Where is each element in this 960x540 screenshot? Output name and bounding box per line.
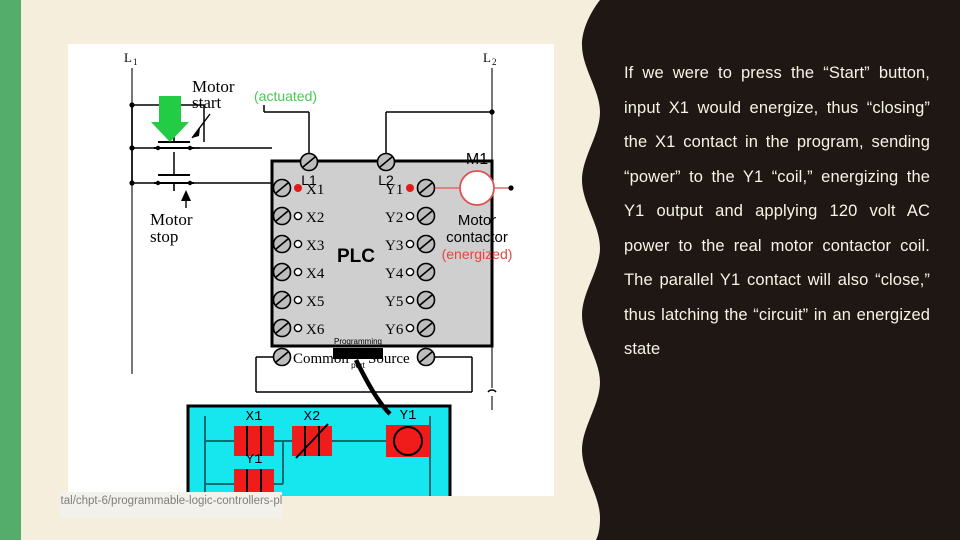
motor-start-pushbutton	[154, 136, 194, 151]
slide-root: L 1 L 2 Motor start (actuated) Motor sto…	[0, 0, 960, 540]
field-wiring-left	[131, 104, 272, 184]
input-label-x3: X3	[306, 238, 324, 254]
source-url-strip: ital/chpt-6/programmable-logic-controlle…	[60, 492, 282, 518]
contactor-state: (energized)	[442, 246, 513, 262]
leader-line	[191, 113, 211, 139]
leader-arrowhead	[181, 190, 191, 201]
wire-crossover	[487, 374, 497, 410]
ladder-label-x2: X2	[304, 409, 321, 425]
output-label-y4: Y4	[385, 266, 404, 282]
contactor-label-2: contactor	[446, 229, 508, 246]
output-label-y5: Y5	[385, 294, 403, 310]
status-led-on	[294, 184, 302, 192]
status-led-off	[293, 267, 303, 277]
node-dot	[129, 145, 135, 151]
rail-label-l2-sub: 2	[492, 57, 497, 67]
input-label-x1: X1	[306, 182, 324, 198]
output-label-y1: Y1	[385, 182, 403, 198]
output-label-y6: Y6	[385, 322, 404, 338]
input-label-x5: X5	[306, 294, 324, 310]
status-led-off	[293, 295, 303, 305]
figure-card: L 1 L 2 Motor start (actuated) Motor sto…	[68, 44, 554, 496]
status-led-off	[405, 295, 415, 305]
green-actuation-arrow	[151, 96, 189, 142]
contactor-label: Motor	[458, 212, 496, 229]
motor-start-label-2: start	[192, 93, 222, 112]
motor-stop-pushbutton	[154, 174, 194, 191]
contactor-tag: M1	[466, 151, 488, 168]
status-led-off	[405, 267, 415, 277]
motor-stop-label-2: stop	[150, 227, 178, 246]
programming-port-label: Programming	[334, 337, 382, 346]
status-led-off	[293, 323, 303, 333]
node-dot	[129, 102, 135, 108]
input-label-x4: X4	[306, 266, 325, 282]
explanation-panel: If we were to press the “Start” button, …	[560, 0, 960, 540]
ladder-label-y1-coil: Y1	[400, 408, 417, 424]
explanation-text: If we were to press the “Start” button, …	[624, 56, 930, 401]
status-led-off	[293, 239, 303, 249]
source-url-text: ital/chpt-6/programmable-logic-controlle…	[60, 495, 282, 507]
rail-label-l1-sub: 1	[133, 57, 138, 67]
status-led-off	[405, 211, 415, 221]
output-label-y2: Y2	[385, 210, 403, 226]
status-led-off	[405, 239, 415, 249]
status-led-on	[406, 184, 414, 192]
input-label-x6: X6	[306, 322, 325, 338]
motor-start-state: (actuated)	[254, 88, 317, 104]
plc-wiring-diagram: L 1 L 2 Motor start (actuated) Motor sto…	[124, 50, 514, 496]
explanation-paragraph: If we were to press the “Start” button, …	[624, 64, 930, 358]
input-label-x2: X2	[306, 210, 324, 226]
output-label-y3: Y3	[385, 238, 403, 254]
ladder-label-y1-contact: Y1	[246, 452, 263, 468]
status-led-off	[405, 323, 415, 333]
ladder-label-x1: X1	[246, 409, 263, 425]
status-led-off	[293, 211, 303, 221]
accent-stripe	[0, 0, 21, 540]
node-dot	[129, 180, 135, 186]
plc-label: PLC	[337, 246, 375, 267]
rail-label-l2: L	[483, 50, 491, 65]
rail-label-l1: L	[124, 50, 132, 65]
